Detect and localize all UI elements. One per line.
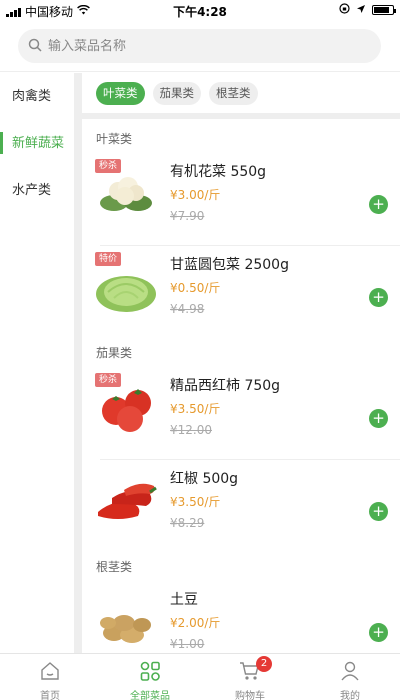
tab-fruit-veg[interactable]: 茄果类 bbox=[152, 81, 201, 105]
battery-icon bbox=[372, 5, 396, 15]
add-to-cart-button[interactable]: + bbox=[369, 502, 388, 521]
sidebar-item-meat[interactable]: 肉禽类 bbox=[0, 73, 74, 120]
plus-icon: + bbox=[372, 409, 385, 427]
plus-icon: + bbox=[372, 502, 385, 520]
product-price: ¥3.00/斤 bbox=[170, 188, 221, 202]
promo-badge: 秒杀 bbox=[95, 373, 122, 387]
bottom-tab-bar: 首页 全部菜品 2 购物车 我的 bbox=[0, 653, 400, 700]
sidebar-item-seafood[interactable]: 水产类 bbox=[0, 167, 74, 214]
add-to-cart-button[interactable]: + bbox=[369, 195, 388, 214]
add-to-cart-button[interactable]: + bbox=[369, 409, 388, 428]
product-item[interactable]: 特价 甘蓝圆包菜 2500g ¥0.50/斤 ¥4.98 + bbox=[82, 246, 400, 339]
product-price: ¥2.00/斤 bbox=[170, 616, 221, 630]
product-list[interactable]: 叶菜类 秒杀 有机花菜 550g ¥3.00/斤 ¥7.90 + 特价 甘蓝圆包… bbox=[82, 125, 400, 653]
product-price: ¥0.50/斤 bbox=[170, 281, 221, 295]
subcategory-tabs: 叶菜类 茄果类 根茎类 bbox=[82, 73, 400, 119]
product-item[interactable]: 秒杀 精品西红柿 750g ¥3.50/斤 ¥12.00 + bbox=[82, 367, 400, 460]
tab-label: 全部菜品 bbox=[130, 691, 170, 700]
product-name: 有机花菜 550g bbox=[170, 164, 267, 180]
add-to-cart-button[interactable]: + bbox=[369, 623, 388, 642]
product-old-price: ¥8.29 bbox=[170, 516, 205, 530]
search-input[interactable] bbox=[48, 38, 348, 54]
product-name: 甘蓝圆包菜 2500g bbox=[170, 257, 289, 273]
tab-root[interactable]: 根茎类 bbox=[209, 81, 258, 105]
promo-badge: 秒杀 bbox=[95, 159, 122, 173]
product-price: ¥3.50/斤 bbox=[170, 495, 221, 509]
product-old-price: ¥12.00 bbox=[170, 423, 212, 437]
product-old-price: ¥1.00 bbox=[170, 637, 205, 651]
tab-leafy[interactable]: 叶菜类 bbox=[96, 81, 145, 105]
plus-icon: + bbox=[372, 195, 385, 213]
product-name: 红椒 500g bbox=[170, 471, 239, 487]
tab-cart[interactable]: 2 购物车 bbox=[200, 654, 300, 700]
plus-icon: + bbox=[372, 623, 385, 641]
search-box[interactable] bbox=[18, 29, 381, 63]
promo-badge: 特价 bbox=[95, 252, 122, 266]
category-sidebar: 肉禽类 新鲜蔬菜 水产类 bbox=[0, 73, 74, 653]
potato-image bbox=[94, 589, 158, 653]
sidebar-divider bbox=[74, 73, 82, 653]
search-bar bbox=[0, 22, 400, 72]
lock-rotation-icon bbox=[339, 3, 350, 17]
product-old-price: ¥4.98 bbox=[170, 302, 205, 316]
tab-home[interactable]: 首页 bbox=[0, 654, 100, 700]
product-item[interactable]: 秒杀 有机花菜 550g ¥3.00/斤 ¥7.90 + bbox=[82, 153, 400, 246]
product-name: 土豆 bbox=[170, 592, 198, 608]
red-pepper-image bbox=[94, 468, 158, 532]
section-title: 根茎类 bbox=[96, 560, 133, 574]
status-bar: 中国移动 下午4:28 bbox=[0, 0, 400, 22]
location-icon bbox=[356, 4, 366, 17]
sidebar-item-label: 新鲜蔬菜 bbox=[12, 136, 65, 151]
tab-all-dishes[interactable]: 全部菜品 bbox=[100, 654, 200, 700]
sidebar-item-label: 肉禽类 bbox=[12, 89, 52, 104]
sidebar-item-vegetables[interactable]: 新鲜蔬菜 bbox=[0, 120, 74, 167]
tab-label: 我的 bbox=[340, 691, 360, 700]
add-to-cart-button[interactable]: + bbox=[369, 288, 388, 307]
cart-count-badge: 2 bbox=[256, 656, 272, 672]
product-item[interactable]: 土豆 ¥2.00/斤 ¥1.00 + bbox=[82, 581, 400, 653]
tab-label: 首页 bbox=[40, 691, 60, 700]
tab-label: 购物车 bbox=[235, 691, 265, 700]
sidebar-item-label: 水产类 bbox=[12, 183, 52, 198]
search-icon bbox=[28, 37, 42, 56]
plus-icon: + bbox=[372, 288, 385, 306]
tab-profile[interactable]: 我的 bbox=[300, 654, 400, 700]
status-right bbox=[339, 3, 396, 17]
section-title: 叶菜类 bbox=[96, 132, 133, 146]
product-old-price: ¥7.90 bbox=[170, 209, 205, 223]
section-title: 茄果类 bbox=[96, 346, 133, 360]
product-price: ¥3.50/斤 bbox=[170, 402, 221, 416]
product-item[interactable]: 红椒 500g ¥3.50/斤 ¥8.29 + bbox=[82, 460, 400, 553]
product-name: 精品西红柿 750g bbox=[170, 378, 281, 394]
